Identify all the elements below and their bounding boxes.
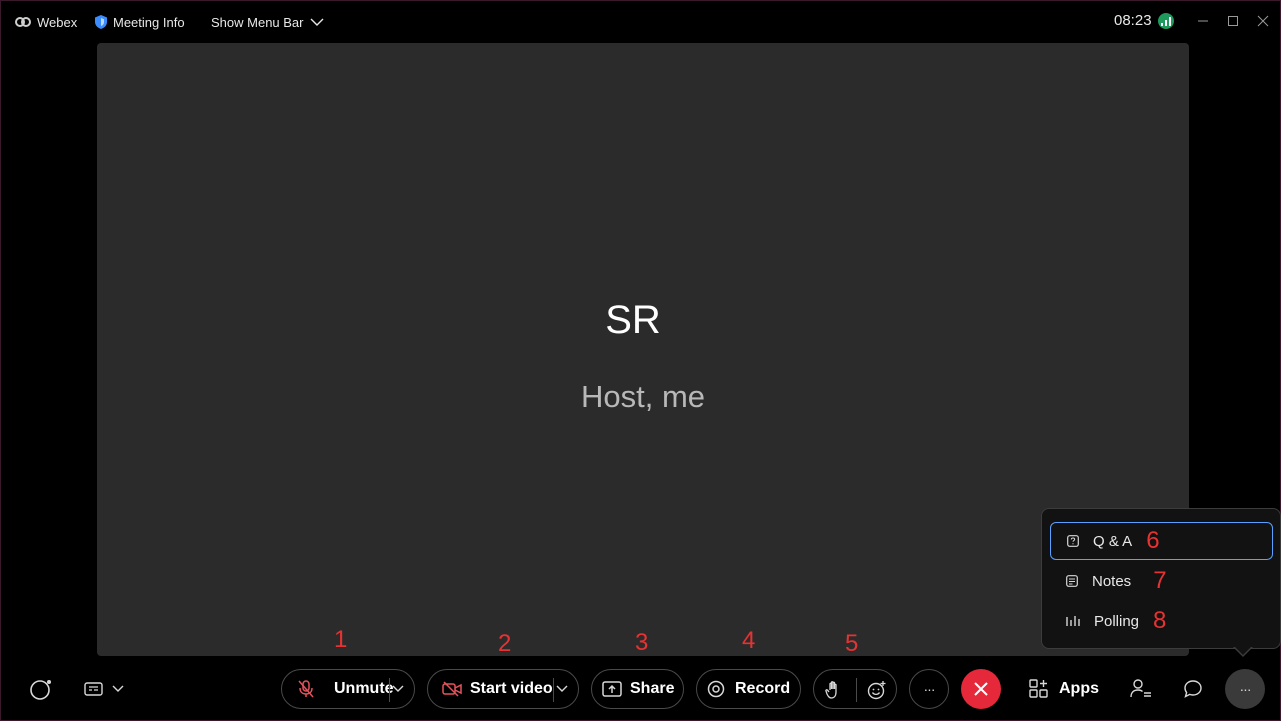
close-window-button[interactable] bbox=[1253, 11, 1273, 31]
raise-hand-button[interactable] bbox=[822, 678, 846, 702]
chevron-down-icon[interactable] bbox=[556, 682, 568, 696]
app-logo: Webex bbox=[15, 13, 77, 31]
participant-name: Host, me bbox=[580, 379, 706, 414]
chat-icon bbox=[1184, 680, 1202, 698]
menu-item-label: Q & A bbox=[1093, 532, 1133, 550]
close-icon bbox=[1257, 15, 1269, 27]
meeting-info-label: Meeting Info bbox=[113, 14, 185, 30]
reactions-group bbox=[813, 669, 897, 709]
webex-logo-icon bbox=[15, 17, 31, 27]
show-menu-bar-label: Show Menu Bar bbox=[211, 14, 304, 30]
meeting-info-button[interactable]: Meeting Info bbox=[95, 13, 185, 31]
shield-icon bbox=[95, 15, 107, 29]
apps-icon bbox=[1029, 679, 1048, 698]
annotation-6: 6 bbox=[1146, 527, 1160, 554]
apps-label: Apps bbox=[1059, 680, 1099, 697]
mic-off-icon bbox=[298, 680, 314, 698]
annotation-1: 1 bbox=[334, 626, 348, 653]
menu-item-qa[interactable]: Q & A 6 bbox=[1050, 522, 1273, 560]
menu-item-label: Polling bbox=[1094, 612, 1140, 630]
participant-initials: SR bbox=[605, 298, 661, 342]
menu-item-label: Notes bbox=[1092, 572, 1132, 590]
ring-icon bbox=[30, 680, 51, 700]
share-button[interactable]: Share bbox=[591, 669, 684, 709]
raise-hand-icon bbox=[825, 681, 837, 699]
maximize-icon bbox=[1228, 16, 1238, 26]
participants-icon bbox=[1130, 679, 1151, 698]
show-menu-bar-button[interactable]: Show Menu Bar bbox=[211, 13, 324, 31]
annotation-5: 5 bbox=[845, 630, 859, 657]
webex-window: Webex Meeting Info Show Menu Bar 08:23 S… bbox=[0, 0, 1281, 721]
start-video-label: Start video bbox=[470, 680, 553, 697]
reactions-button[interactable] bbox=[865, 678, 889, 702]
chevron-down-icon bbox=[112, 685, 124, 692]
notes-icon bbox=[1066, 575, 1078, 587]
polling-icon bbox=[1066, 616, 1080, 626]
minimize-button[interactable] bbox=[1193, 11, 1213, 31]
app-name: Webex bbox=[37, 14, 78, 30]
chat-button[interactable] bbox=[1173, 669, 1213, 709]
apps-button[interactable]: Apps bbox=[1021, 669, 1109, 709]
captions-icon bbox=[84, 682, 103, 696]
record-button[interactable]: Record bbox=[696, 669, 801, 709]
unmute-button[interactable]: Unmute bbox=[281, 669, 415, 709]
close-icon bbox=[974, 682, 988, 696]
menu-item-notes[interactable]: Notes 7 bbox=[1050, 562, 1273, 600]
more-label: ··· bbox=[923, 681, 936, 697]
record-icon bbox=[707, 680, 725, 698]
annotation-8: 8 bbox=[1153, 607, 1167, 634]
captions-button[interactable] bbox=[79, 669, 129, 709]
more-button[interactable]: ··· bbox=[909, 669, 949, 709]
unmute-label: Unmute bbox=[334, 680, 394, 697]
video-stage: SR Host, me bbox=[97, 43, 1189, 656]
maximize-button[interactable] bbox=[1223, 11, 1243, 31]
more-options-label: ··· bbox=[1239, 681, 1252, 697]
share-label: Share bbox=[630, 680, 675, 697]
minimize-icon bbox=[1198, 20, 1208, 22]
chevron-down-icon bbox=[310, 18, 323, 26]
more-options-menu: Q & A 6 Notes 7 Polling 8 bbox=[1041, 508, 1281, 649]
end-call-button[interactable] bbox=[961, 669, 1001, 709]
qa-icon bbox=[1067, 535, 1079, 547]
chevron-down-icon[interactable] bbox=[392, 682, 404, 696]
status-button[interactable] bbox=[21, 669, 61, 709]
participants-button[interactable] bbox=[1121, 669, 1161, 709]
start-video-button[interactable]: Start video bbox=[427, 669, 579, 709]
annotation-3: 3 bbox=[635, 629, 649, 656]
emoji-add-icon bbox=[867, 681, 886, 700]
network-signal-icon[interactable] bbox=[1158, 13, 1174, 29]
menu-item-polling[interactable]: Polling 8 bbox=[1050, 602, 1273, 640]
menu-pointer bbox=[1233, 646, 1253, 657]
more-options-button[interactable]: ··· bbox=[1225, 669, 1265, 709]
meeting-clock: 08:23 bbox=[1114, 12, 1152, 29]
share-screen-icon bbox=[602, 681, 622, 697]
annotation-4: 4 bbox=[742, 627, 756, 654]
record-label: Record bbox=[735, 680, 791, 697]
video-off-icon bbox=[442, 681, 462, 697]
annotation-2: 2 bbox=[498, 630, 512, 657]
title-bar: Webex Meeting Info Show Menu Bar 08:23 bbox=[1, 1, 1280, 41]
annotation-7: 7 bbox=[1153, 567, 1167, 594]
